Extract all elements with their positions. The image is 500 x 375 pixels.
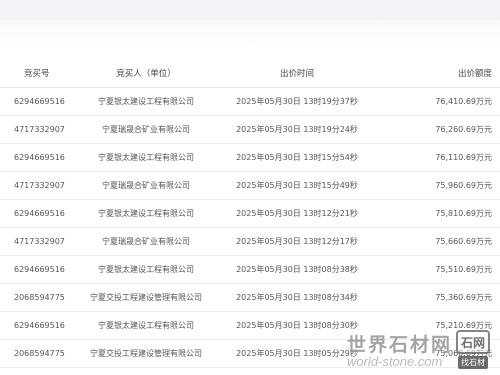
column-header-bidder-no: 竞买号 <box>0 59 70 88</box>
column-header-bid-time: 出价时间 <box>222 59 372 88</box>
bid-amount-cell: 75,060.69万元 <box>372 339 500 368</box>
bidder-name-cell: 宁夏交投工程建设管理有限公司 <box>70 283 222 312</box>
table-row: 4717332907 宁夏瑞晟合矿业有限公司 2025年05月30日 13时19分2… <box>0 115 500 144</box>
bid-amount-cell: 76,260.69万元 <box>372 115 500 144</box>
bid-time-cell: 2025年05月30日 13时12分17秒 <box>222 227 372 256</box>
bidder-no-cell: 6294669516 <box>0 255 70 284</box>
top-bar <box>0 0 500 20</box>
bid-time-cell: 2025年05月30日 13时15分49秒 <box>222 171 372 200</box>
bidder-no-cell: 6294669516 <box>0 199 70 228</box>
bid-time-cell: 2025年05月30日 13时12分21秒 <box>222 199 372 228</box>
header-area <box>0 20 500 49</box>
bid-record-page: 竞买号 竞买人（单位） 出价时间 出价额度 6294669516 宁夏银太建设工程… <box>0 0 500 375</box>
bidder-no-cell: 4717332907 <box>0 115 70 144</box>
bid-time-cell: 2025年05月30日 13时08分30秒 <box>222 311 372 340</box>
bidder-name-cell: 宁夏瑞晟合矿业有限公司 <box>70 115 222 144</box>
bidder-name-cell: 宁夏银太建设工程有限公司 <box>70 143 222 172</box>
column-header-bidder: 竞买人（单位） <box>70 59 222 88</box>
table-header-row: 竞买号 竞买人（单位） 出价时间 出价额度 <box>0 59 500 88</box>
table-row: 6294669516 宁夏银太建设工程有限公司 2025年05月30日 13时12分… <box>0 199 500 228</box>
bidder-no-cell: 4717332907 <box>0 227 70 256</box>
bid-time-cell: 2025年05月30日 13时05分29秒 <box>222 339 372 368</box>
table-row: 6294669516 宁夏银太建设工程有限公司 2025年05月30日 13时08分… <box>0 311 500 340</box>
bid-time-cell: 2025年05月30日 13时15分54秒 <box>222 143 372 172</box>
bid-amount-cell: 75,210.69万元 <box>372 311 500 340</box>
bid-amount-cell: 75,510.69万元 <box>372 255 500 284</box>
table-row: 2068594775 宁夏交投工程建设管理有限公司 2025年05月30日 13时0… <box>0 339 500 368</box>
table-row: 6294669516 宁夏银太建设工程有限公司 2025年05月30日 13时19分… <box>0 87 500 116</box>
bidder-name-cell: 宁夏交投工程建设管理有限公司 <box>70 339 222 368</box>
bid-amount-cell: 75,660.69万元 <box>372 227 500 256</box>
bid-time-cell: 2025年05月30日 13时08分38秒 <box>222 255 372 284</box>
bidder-name-cell: 宁夏瑞晟合矿业有限公司 <box>70 171 222 200</box>
table-row: 4717332907 宁夏瑞晟合矿业有限公司 2025年05月30日 13时15分4… <box>0 171 500 200</box>
table-row: 4717332907 宁夏瑞晟合矿业有限公司 2025年05月30日 13时12分1… <box>0 227 500 256</box>
bidder-no-cell: 6294669516 <box>0 311 70 340</box>
bid-amount-cell: 75,810.69万元 <box>372 199 500 228</box>
bid-amount-cell: 76,410.69万元 <box>372 87 500 116</box>
bid-time-cell: 2025年05月30日 13时08分34秒 <box>222 283 372 312</box>
bidder-name-cell: 宁夏银太建设工程有限公司 <box>70 87 222 116</box>
column-header-bid-amount: 出价额度 <box>372 59 500 88</box>
table-row: 6294669516 宁夏银太建设工程有限公司 2025年05月30日 13时15分… <box>0 143 500 172</box>
bid-amount-cell: 76,110.69万元 <box>372 143 500 172</box>
bidder-no-cell: 2068594775 <box>0 339 70 368</box>
bidder-name-cell: 宁夏瑞晟合矿业有限公司 <box>70 227 222 256</box>
bid-time-cell: 2025年05月30日 13时19分37秒 <box>222 87 372 116</box>
table-row: 6294669516 宁夏银太建设工程有限公司 2025年05月30日 13时08分… <box>0 255 500 284</box>
bid-time-cell: 2025年05月30日 13时19分24秒 <box>222 115 372 144</box>
bidder-name-cell: 宁夏银太建设工程有限公司 <box>70 255 222 284</box>
bid-amount-cell: 75,360.69万元 <box>372 283 500 312</box>
bidder-no-cell: 6294669516 <box>0 143 70 172</box>
bidder-name-cell: 宁夏银太建设工程有限公司 <box>70 311 222 340</box>
bidder-no-cell: 6294669516 <box>0 87 70 116</box>
bid-amount-cell: 75,960.69万元 <box>372 171 500 200</box>
bid-records-table: 竞买号 竞买人（单位） 出价时间 出价额度 6294669516 宁夏银太建设工程… <box>0 59 500 368</box>
bidder-no-cell: 4717332907 <box>0 171 70 200</box>
bidder-no-cell: 2068594775 <box>0 283 70 312</box>
table-row: 2068594775 宁夏交投工程建设管理有限公司 2025年05月30日 13时0… <box>0 283 500 312</box>
bidder-name-cell: 宁夏银太建设工程有限公司 <box>70 199 222 228</box>
